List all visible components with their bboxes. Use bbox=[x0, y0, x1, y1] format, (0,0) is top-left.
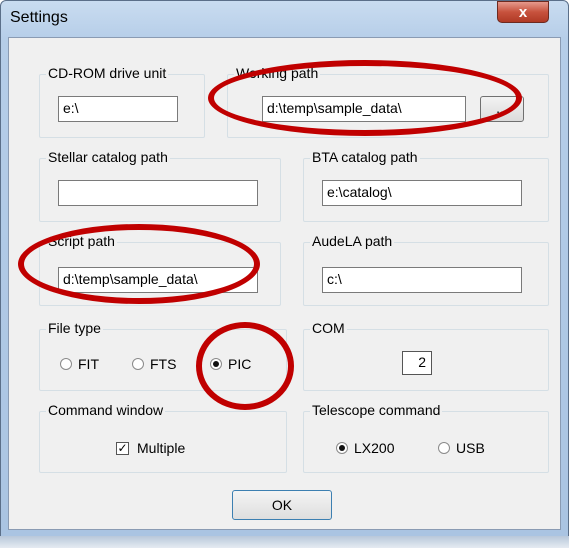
radio-pic-button[interactable] bbox=[210, 358, 222, 370]
close-button[interactable]: x bbox=[497, 1, 549, 23]
radio-usb-label: USB bbox=[456, 440, 485, 456]
working-path-group: Working path d:\temp\sample_data\ ... bbox=[227, 65, 549, 138]
multiple-checkbox-label: Multiple bbox=[137, 440, 186, 456]
radio-fit-label: FIT bbox=[78, 356, 99, 372]
stellar-catalog-label: Stellar catalog path bbox=[46, 149, 170, 165]
radio-usb[interactable]: USB bbox=[438, 440, 485, 456]
radio-fts-label: FTS bbox=[150, 356, 177, 372]
working-path-input[interactable]: d:\temp\sample_data\ bbox=[262, 96, 466, 122]
title-bar[interactable]: Settings x bbox=[0, 0, 569, 38]
bta-catalog-group: BTA catalog path e:\catalog\ bbox=[303, 149, 549, 222]
close-icon: x bbox=[518, 3, 528, 21]
file-type-group: File type FIT FTS PIC bbox=[39, 320, 287, 391]
script-path-group: Script path d:\temp\sample_data\ bbox=[39, 233, 281, 306]
cdrom-input[interactable]: e:\ bbox=[58, 96, 178, 122]
audela-path-label: AudeLA path bbox=[310, 233, 395, 249]
radio-pic[interactable]: PIC bbox=[210, 356, 251, 372]
radio-lx200-label: LX200 bbox=[354, 440, 395, 456]
taskbar-strip bbox=[0, 536, 569, 548]
radio-lx200[interactable]: LX200 bbox=[336, 440, 394, 456]
radio-fts[interactable]: FTS bbox=[132, 356, 176, 372]
working-path-label: Working path bbox=[234, 65, 321, 81]
radio-fit-button[interactable] bbox=[60, 358, 72, 370]
command-window-group: Command window ✓ Multiple bbox=[39, 402, 287, 473]
dialog-client-area: CD-ROM drive unit e:\ Working path d:\te… bbox=[8, 37, 561, 530]
command-window-label: Command window bbox=[46, 402, 166, 418]
window-title: Settings bbox=[10, 9, 68, 26]
multiple-checkbox[interactable]: ✓ bbox=[116, 441, 129, 455]
com-group: COM 2 bbox=[303, 320, 549, 391]
radio-fit[interactable]: FIT bbox=[60, 356, 99, 372]
radio-fts-button[interactable] bbox=[132, 358, 144, 370]
bta-catalog-input[interactable]: e:\catalog\ bbox=[322, 180, 522, 206]
cdrom-label: CD-ROM drive unit bbox=[46, 65, 169, 81]
audela-path-group: AudeLA path c:\ bbox=[303, 233, 549, 306]
script-path-label: Script path bbox=[46, 233, 117, 249]
telescope-command-group: Telescope command LX200 USB bbox=[303, 402, 549, 473]
radio-pic-label: PIC bbox=[228, 356, 252, 372]
stellar-catalog-input[interactable] bbox=[58, 180, 258, 206]
bta-catalog-label: BTA catalog path bbox=[310, 149, 420, 165]
script-path-input[interactable]: d:\temp\sample_data\ bbox=[58, 267, 258, 293]
stellar-catalog-group: Stellar catalog path bbox=[39, 149, 281, 222]
radio-usb-button[interactable] bbox=[438, 442, 450, 454]
audela-path-input[interactable]: c:\ bbox=[322, 267, 522, 293]
file-type-label: File type bbox=[46, 320, 103, 336]
radio-lx200-button[interactable] bbox=[336, 442, 348, 454]
telescope-command-label: Telescope command bbox=[310, 402, 443, 418]
multiple-checkbox-row[interactable]: ✓ Multiple bbox=[116, 440, 185, 456]
com-label: COM bbox=[310, 320, 347, 336]
browse-button[interactable]: ... bbox=[480, 96, 524, 122]
com-input[interactable]: 2 bbox=[402, 351, 432, 375]
ok-button[interactable]: OK bbox=[232, 490, 332, 520]
cdrom-group: CD-ROM drive unit e:\ bbox=[39, 65, 205, 138]
